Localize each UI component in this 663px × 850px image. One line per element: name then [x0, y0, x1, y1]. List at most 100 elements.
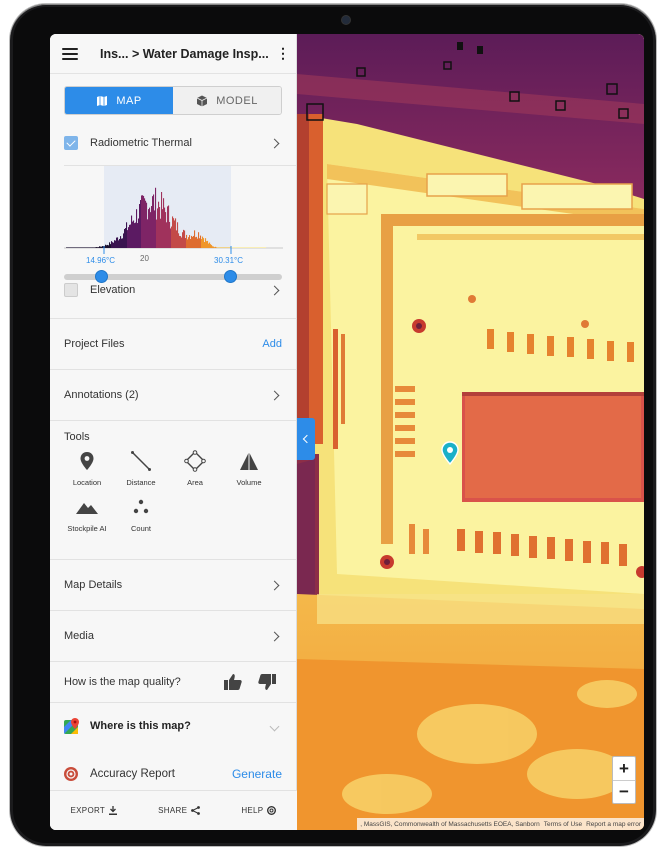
tool-count[interactable]: Count [114, 495, 168, 533]
generate-report-button[interactable]: Generate [232, 767, 282, 781]
histogram-bar [105, 244, 107, 248]
terms-of-use-link[interactable]: Terms of Use [544, 821, 582, 828]
histogram-bar [248, 247, 250, 248]
histogram-bar [242, 247, 244, 248]
histogram-bar [197, 238, 199, 248]
histogram-bar [121, 238, 123, 248]
thermal-layer-label: Radiometric Thermal [90, 137, 192, 149]
tool-volume[interactable]: Volume [222, 449, 276, 487]
histogram-bar [187, 239, 189, 248]
histogram-bar [164, 207, 166, 248]
histogram-bar [82, 247, 84, 248]
zoom-in-button[interactable]: + [613, 757, 635, 780]
chevron-right-icon [269, 580, 280, 590]
map-view-label: MAP [116, 94, 142, 107]
histogram-bar [228, 247, 230, 248]
camera-icon [342, 16, 350, 24]
histogram-bar [155, 187, 157, 248]
histogram-bar [133, 220, 135, 248]
histogram-bar [150, 212, 152, 248]
export-button[interactable]: EXPORT [71, 806, 118, 815]
histogram-bar [96, 247, 98, 248]
histogram-bar [84, 247, 86, 248]
histogram-bar [120, 236, 122, 248]
media-row[interactable]: Media [50, 611, 296, 661]
histogram-bar [74, 247, 76, 248]
add-project-file-button[interactable]: Add [262, 338, 282, 350]
hamburger-menu-icon[interactable] [62, 47, 78, 60]
histogram-bar [264, 247, 266, 248]
layer-thermal-row[interactable]: Radiometric Thermal [50, 121, 296, 165]
histogram-bar [203, 238, 205, 248]
histogram-bar [198, 232, 200, 248]
accuracy-report-label: Accuracy Report [90, 768, 176, 780]
model-view-label: MODEL [216, 94, 258, 107]
histogram-bar [249, 247, 251, 248]
histogram-bar [159, 207, 161, 248]
histogram-bar [188, 237, 190, 248]
map-view-button[interactable]: MAP [65, 87, 173, 114]
tool-label: Count [130, 524, 151, 533]
histogram-bar [241, 247, 243, 248]
histogram-bar [125, 228, 127, 248]
layer-elevation-row[interactable]: Elevation [50, 278, 296, 302]
histogram-bar [233, 247, 235, 248]
help-button[interactable]: HELP [241, 806, 277, 815]
histogram-bar [173, 218, 175, 248]
histogram-bar [214, 247, 216, 248]
histogram-bar [118, 240, 120, 248]
histogram-bar [207, 240, 209, 248]
histogram-bar [170, 228, 172, 248]
histogram-bar [157, 208, 159, 248]
tool-area[interactable]: Area [168, 449, 222, 487]
low-temp-handle[interactable] [95, 270, 108, 283]
histogram-bar [97, 247, 99, 248]
histogram-bar [110, 244, 112, 248]
histogram-bar [122, 238, 124, 248]
thermal-checkbox[interactable] [64, 136, 78, 150]
histogram-bar [209, 242, 211, 248]
download-icon [109, 806, 118, 815]
histogram-bar [102, 246, 104, 248]
thumbs-up-icon[interactable] [224, 674, 242, 690]
view-toggle: MAP MODEL [64, 86, 282, 115]
chevron-right-icon [269, 285, 280, 295]
histogram-bar [234, 247, 236, 248]
histogram-bar [141, 195, 143, 248]
histogram-bar [246, 247, 248, 248]
more-options-icon[interactable]: ⋮ [276, 45, 290, 62]
collapse-panel-button[interactable] [297, 418, 315, 460]
tool-stockpile-ai[interactable]: Stockpile AI [60, 495, 114, 533]
tool-location[interactable]: Location [60, 449, 114, 487]
thermal-map[interactable]: + − , MassGIS, Commonwealth of Massachus… [297, 34, 644, 830]
thumbs-down-icon[interactable] [258, 674, 276, 690]
histogram-bar [235, 247, 237, 248]
map-quality-row: How is the map quality? [50, 662, 296, 702]
annotations-label: Annotations (2) [64, 389, 139, 401]
histogram-bar [191, 235, 193, 248]
google-maps-icon [64, 718, 79, 734]
tool-distance[interactable]: Distance [114, 449, 168, 487]
histogram-bar [83, 247, 85, 248]
annotations-row[interactable]: Annotations (2) [50, 370, 296, 420]
top-bar: Ins... > Water Damage Insp... ⋮ [50, 34, 296, 74]
zoom-out-button[interactable]: − [613, 780, 635, 803]
histogram-bar [71, 247, 73, 248]
map-details-row[interactable]: Map Details [50, 560, 296, 610]
histogram-bar [81, 247, 83, 248]
share-button[interactable]: SHARE [158, 806, 201, 815]
histogram-bar [98, 247, 100, 248]
where-is-map-row[interactable]: Where is this map? [50, 703, 296, 749]
histogram-bar [240, 247, 242, 248]
histogram-bar [119, 238, 121, 248]
high-temp-handle[interactable] [224, 270, 237, 283]
chevron-right-icon [269, 138, 280, 148]
report-error-link[interactable]: Report a map error [586, 821, 641, 828]
temperature-range-slider[interactable] [64, 270, 282, 283]
model-view-button[interactable]: MODEL [173, 87, 281, 114]
breadcrumb[interactable]: Ins... > Water Damage Insp... [100, 47, 276, 61]
histogram-bar [184, 230, 186, 248]
elevation-checkbox[interactable] [64, 283, 78, 297]
project-files-row: Project Files Add [50, 319, 296, 369]
histogram-bar [124, 228, 126, 248]
